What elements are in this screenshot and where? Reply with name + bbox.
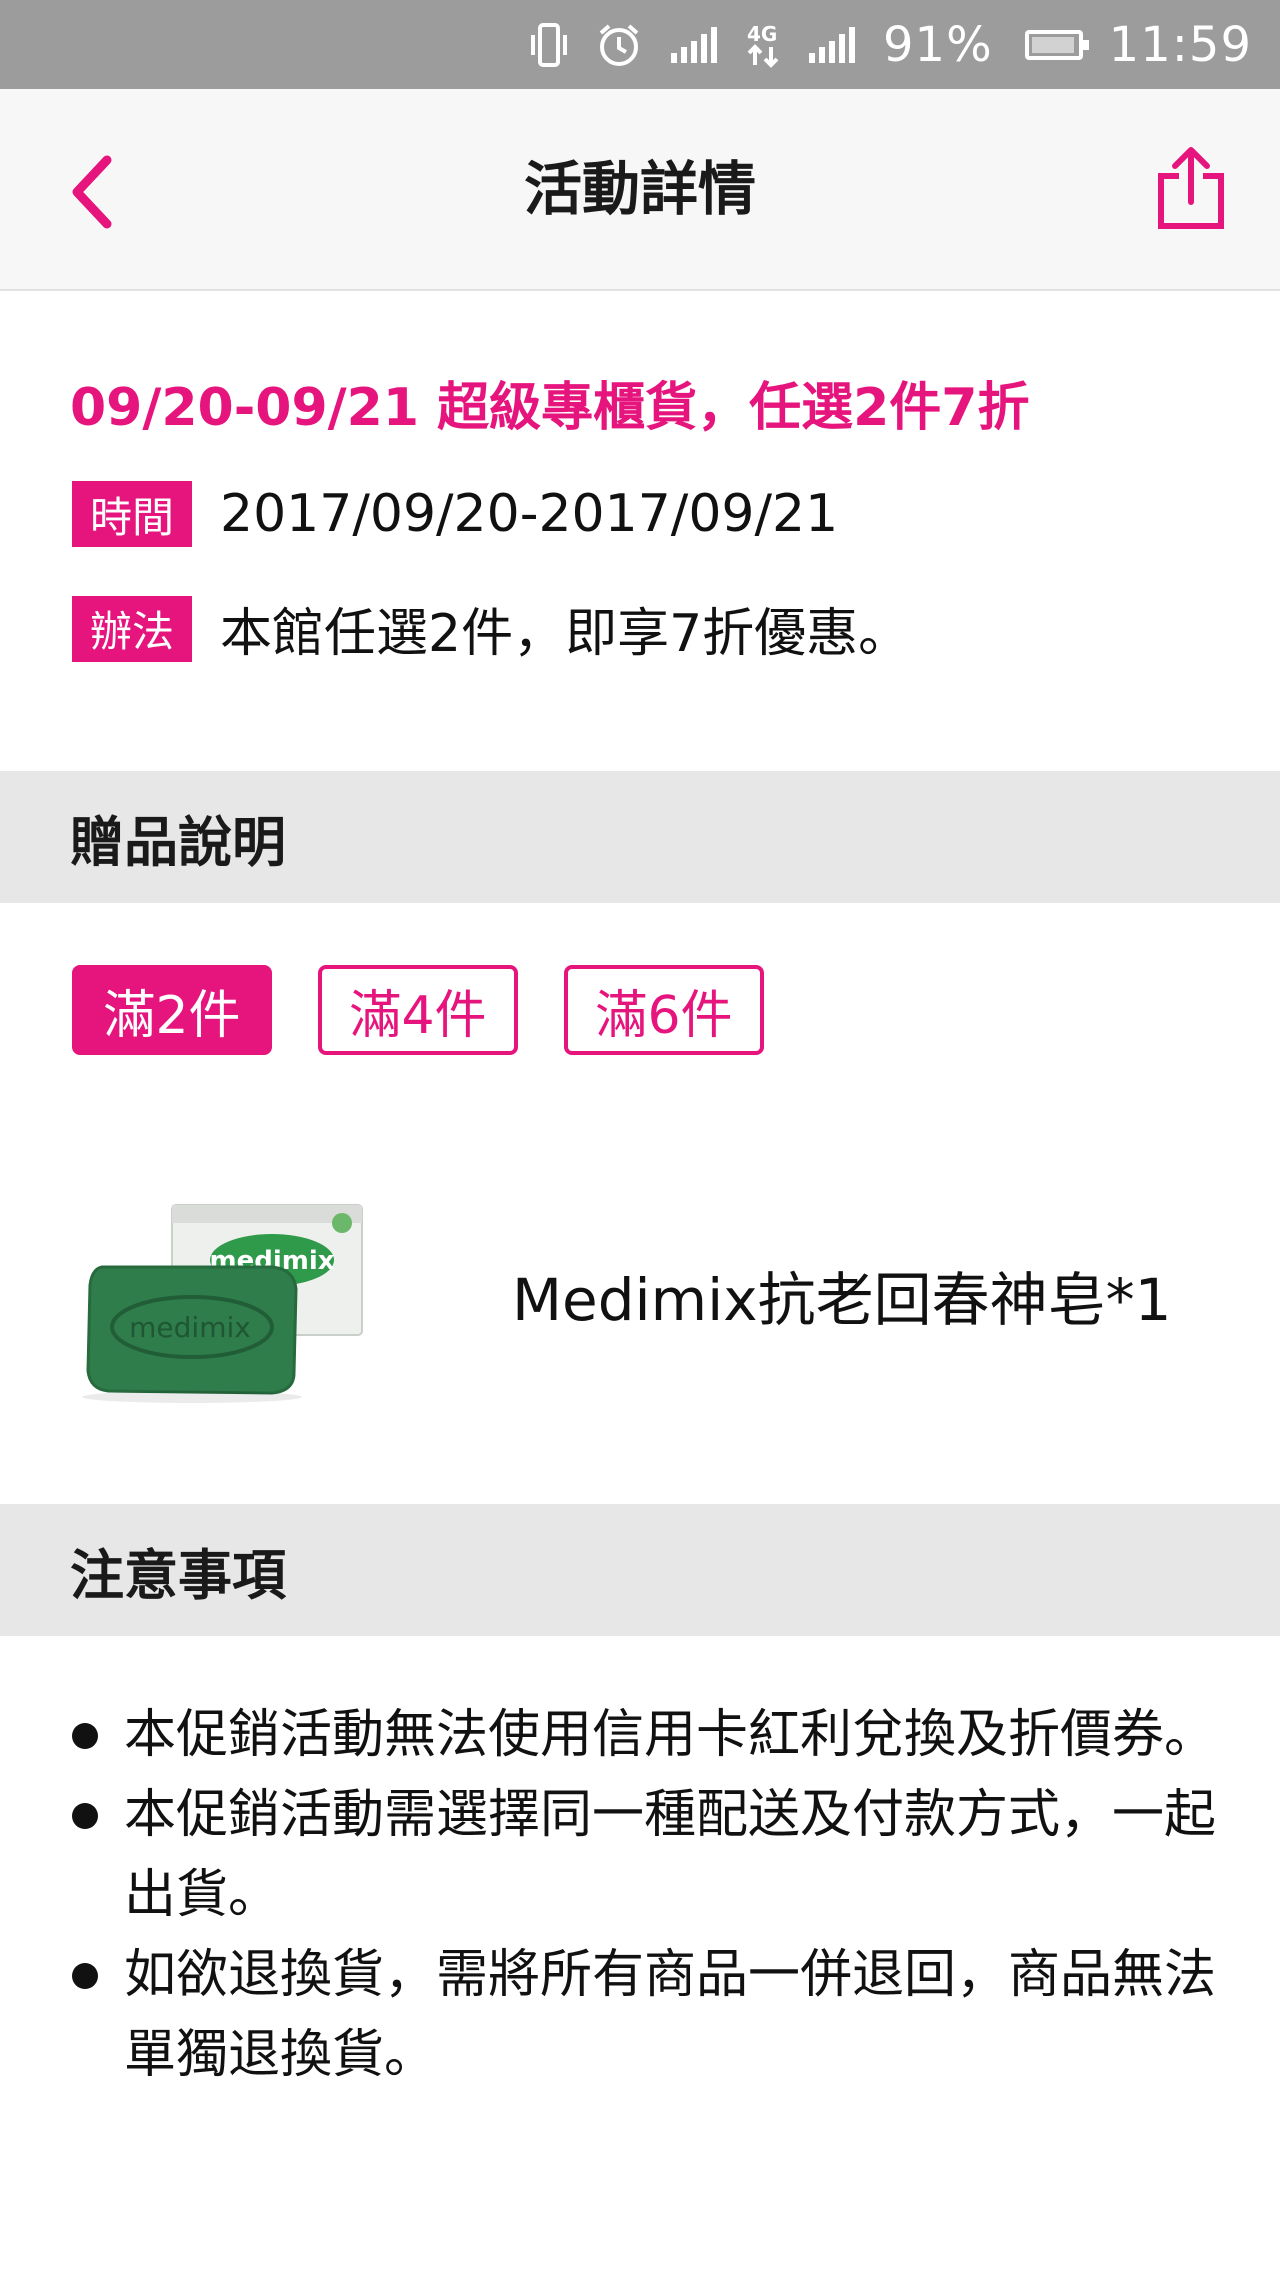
battery-percent: 91%	[882, 16, 993, 73]
tier-tab-2[interactable]: 滿2件	[72, 965, 272, 1055]
list-item: 本促銷活動需選擇同一種配送及付款方式，一起出貨。	[70, 1775, 1220, 1935]
gift-product-image: medimix medimix	[72, 1185, 372, 1405]
battery-charging-icon	[1024, 29, 1089, 60]
alarm-icon	[595, 21, 643, 69]
gift-section-heading: 贈品說明	[0, 771, 1280, 903]
vibrate-icon	[529, 22, 569, 67]
tier-tab-4[interactable]: 滿4件	[318, 965, 518, 1055]
bullet-icon	[72, 1963, 98, 1989]
method-row: 辦法 本館任選2件，即享7折優惠。	[72, 591, 910, 666]
gift-soap-logo: medimix	[129, 1311, 251, 1344]
gift-tier-tabs: 滿2件 滿4件 滿6件	[72, 965, 764, 1055]
gift-item[interactable]: medimix medimix Medimix抗老回春神皂*1	[72, 1185, 1212, 1405]
clock: 11:59	[1108, 16, 1252, 73]
list-item: 如欲退換貨，需將所有商品一併退回，商品無法單獨退換貨。	[70, 1935, 1220, 2095]
time-value: 2017/09/20-2017/09/21	[220, 484, 839, 544]
note-text: 本促銷活動無法使用信用卡紅利兌換及折價券。	[124, 1705, 1217, 1765]
note-text: 如欲退換貨，需將所有商品一併退回，商品無法單獨退換貨。	[124, 1945, 1217, 2085]
notes-section-heading: 注意事項	[0, 1504, 1280, 1636]
activity-title: 09/20-09/21 超級專櫃貨，任選2件7折	[70, 378, 1030, 438]
4g-icon: 4G	[745, 21, 781, 69]
time-row: 時間 2017/09/20-2017/09/21	[72, 481, 838, 547]
notes-list: 本促銷活動無法使用信用卡紅利兌換及折價券。 本促銷活動需選擇同一種配送及付款方式…	[70, 1695, 1220, 2095]
nav-header: 活動詳情	[0, 89, 1280, 291]
activity-info: 09/20-09/21 超級專櫃貨，任選2件7折 時間 2017/09/20-2…	[0, 291, 1280, 771]
page-title: 活動詳情	[523, 155, 756, 223]
gift-name: Medimix抗老回春神皂*1	[512, 1266, 1172, 1334]
signal-icon	[669, 25, 719, 65]
time-tag: 時間	[72, 481, 192, 547]
signal-2-icon	[807, 25, 857, 65]
note-text: 本促銷活動需選擇同一種配送及付款方式，一起出貨。	[124, 1785, 1217, 1925]
method-value: 本館任選2件，即享7折優惠。	[220, 604, 911, 664]
share-icon	[1158, 147, 1224, 229]
bullet-icon	[72, 1723, 98, 1749]
bullet-icon	[72, 1803, 98, 1829]
status-bar: 4G 91% 11:59	[0, 0, 1280, 89]
share-button[interactable]	[1146, 141, 1236, 237]
tier-tab-6[interactable]: 滿6件	[564, 965, 764, 1055]
list-item: 本促銷活動無法使用信用卡紅利兌換及折價券。	[70, 1695, 1220, 1775]
svg-text:4G: 4G	[747, 22, 777, 46]
method-tag: 辦法	[72, 595, 192, 662]
